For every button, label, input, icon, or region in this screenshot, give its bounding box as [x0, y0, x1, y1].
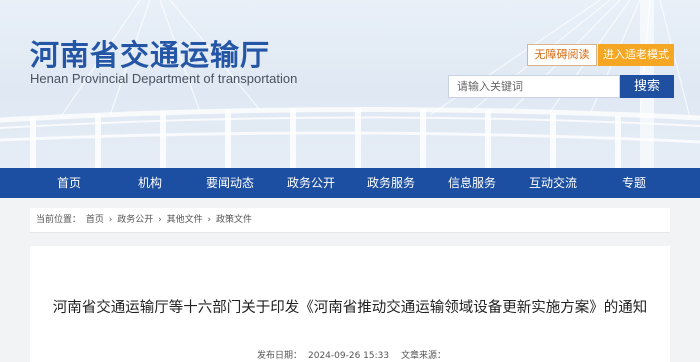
nav-item-info-service[interactable]: 信息服务 — [448, 168, 496, 198]
search-button[interactable]: 搜索 — [620, 75, 674, 98]
breadcrumb-prefix: 当前位置： — [36, 215, 82, 225]
breadcrumb-item-other-files[interactable]: 其他文件 — [167, 215, 203, 225]
elder-mode-button[interactable]: 进入适老模式 — [598, 44, 674, 66]
site-logo-title[interactable]: 河南省交通运输厅 — [30, 32, 270, 74]
nav-item-gov-open[interactable]: 政务公开 — [287, 168, 335, 198]
search-input[interactable] — [448, 75, 620, 98]
article-meta: 发布日期： 2024-09-26 15:33 文章来源： — [30, 348, 670, 361]
published-date: 发布日期： 2024-09-26 15:33 — [254, 351, 392, 361]
site-header: 河南省交通运输厅 Henan Provincial Department of … — [0, 0, 700, 168]
nav-item-gov-service[interactable]: 政务服务 — [367, 168, 415, 198]
published-label: 发布日期： — [256, 351, 302, 361]
breadcrumb-item-home[interactable]: 首页 — [86, 215, 104, 225]
article-title: 河南省交通运输厅等十六部门关于印发《河南省推动交通运输领域设备更新实施方案》的通… — [52, 300, 648, 316]
main-nav: 首页 机构 要闻动态 政务公开 政务服务 信息服务 互动交流 专题 — [0, 168, 700, 198]
nav-item-organization[interactable]: 机构 — [138, 168, 162, 198]
breadcrumb-item-policy-files[interactable]: 政策文件 — [216, 215, 252, 225]
breadcrumb-separator: › — [158, 215, 162, 225]
breadcrumb-separator: › — [108, 215, 113, 225]
breadcrumb: 当前位置： 首页 › 政务公开 › 其他文件 › 政策文件 — [30, 208, 670, 233]
accessibility-button[interactable]: 无障碍阅读 — [527, 44, 597, 66]
nav-item-home[interactable]: 首页 — [57, 168, 81, 198]
nav-item-news[interactable]: 要闻动态 — [206, 168, 254, 198]
nav-item-topics[interactable]: 专题 — [622, 168, 646, 198]
published-value: 2024-09-26 15:33 — [308, 351, 390, 361]
site-logo-subtitle: Henan Provincial Department of transport… — [30, 71, 298, 86]
breadcrumb-separator: › — [207, 215, 212, 225]
source-label: 文章来源： — [400, 351, 446, 361]
article-card: 河南省交通运输厅等十六部门关于印发《河南省推动交通运输领域设备更新实施方案》的通… — [30, 246, 670, 362]
nav-item-interaction[interactable]: 互动交流 — [529, 168, 577, 198]
breadcrumb-item-gov-open[interactable]: 政务公开 — [117, 215, 153, 225]
